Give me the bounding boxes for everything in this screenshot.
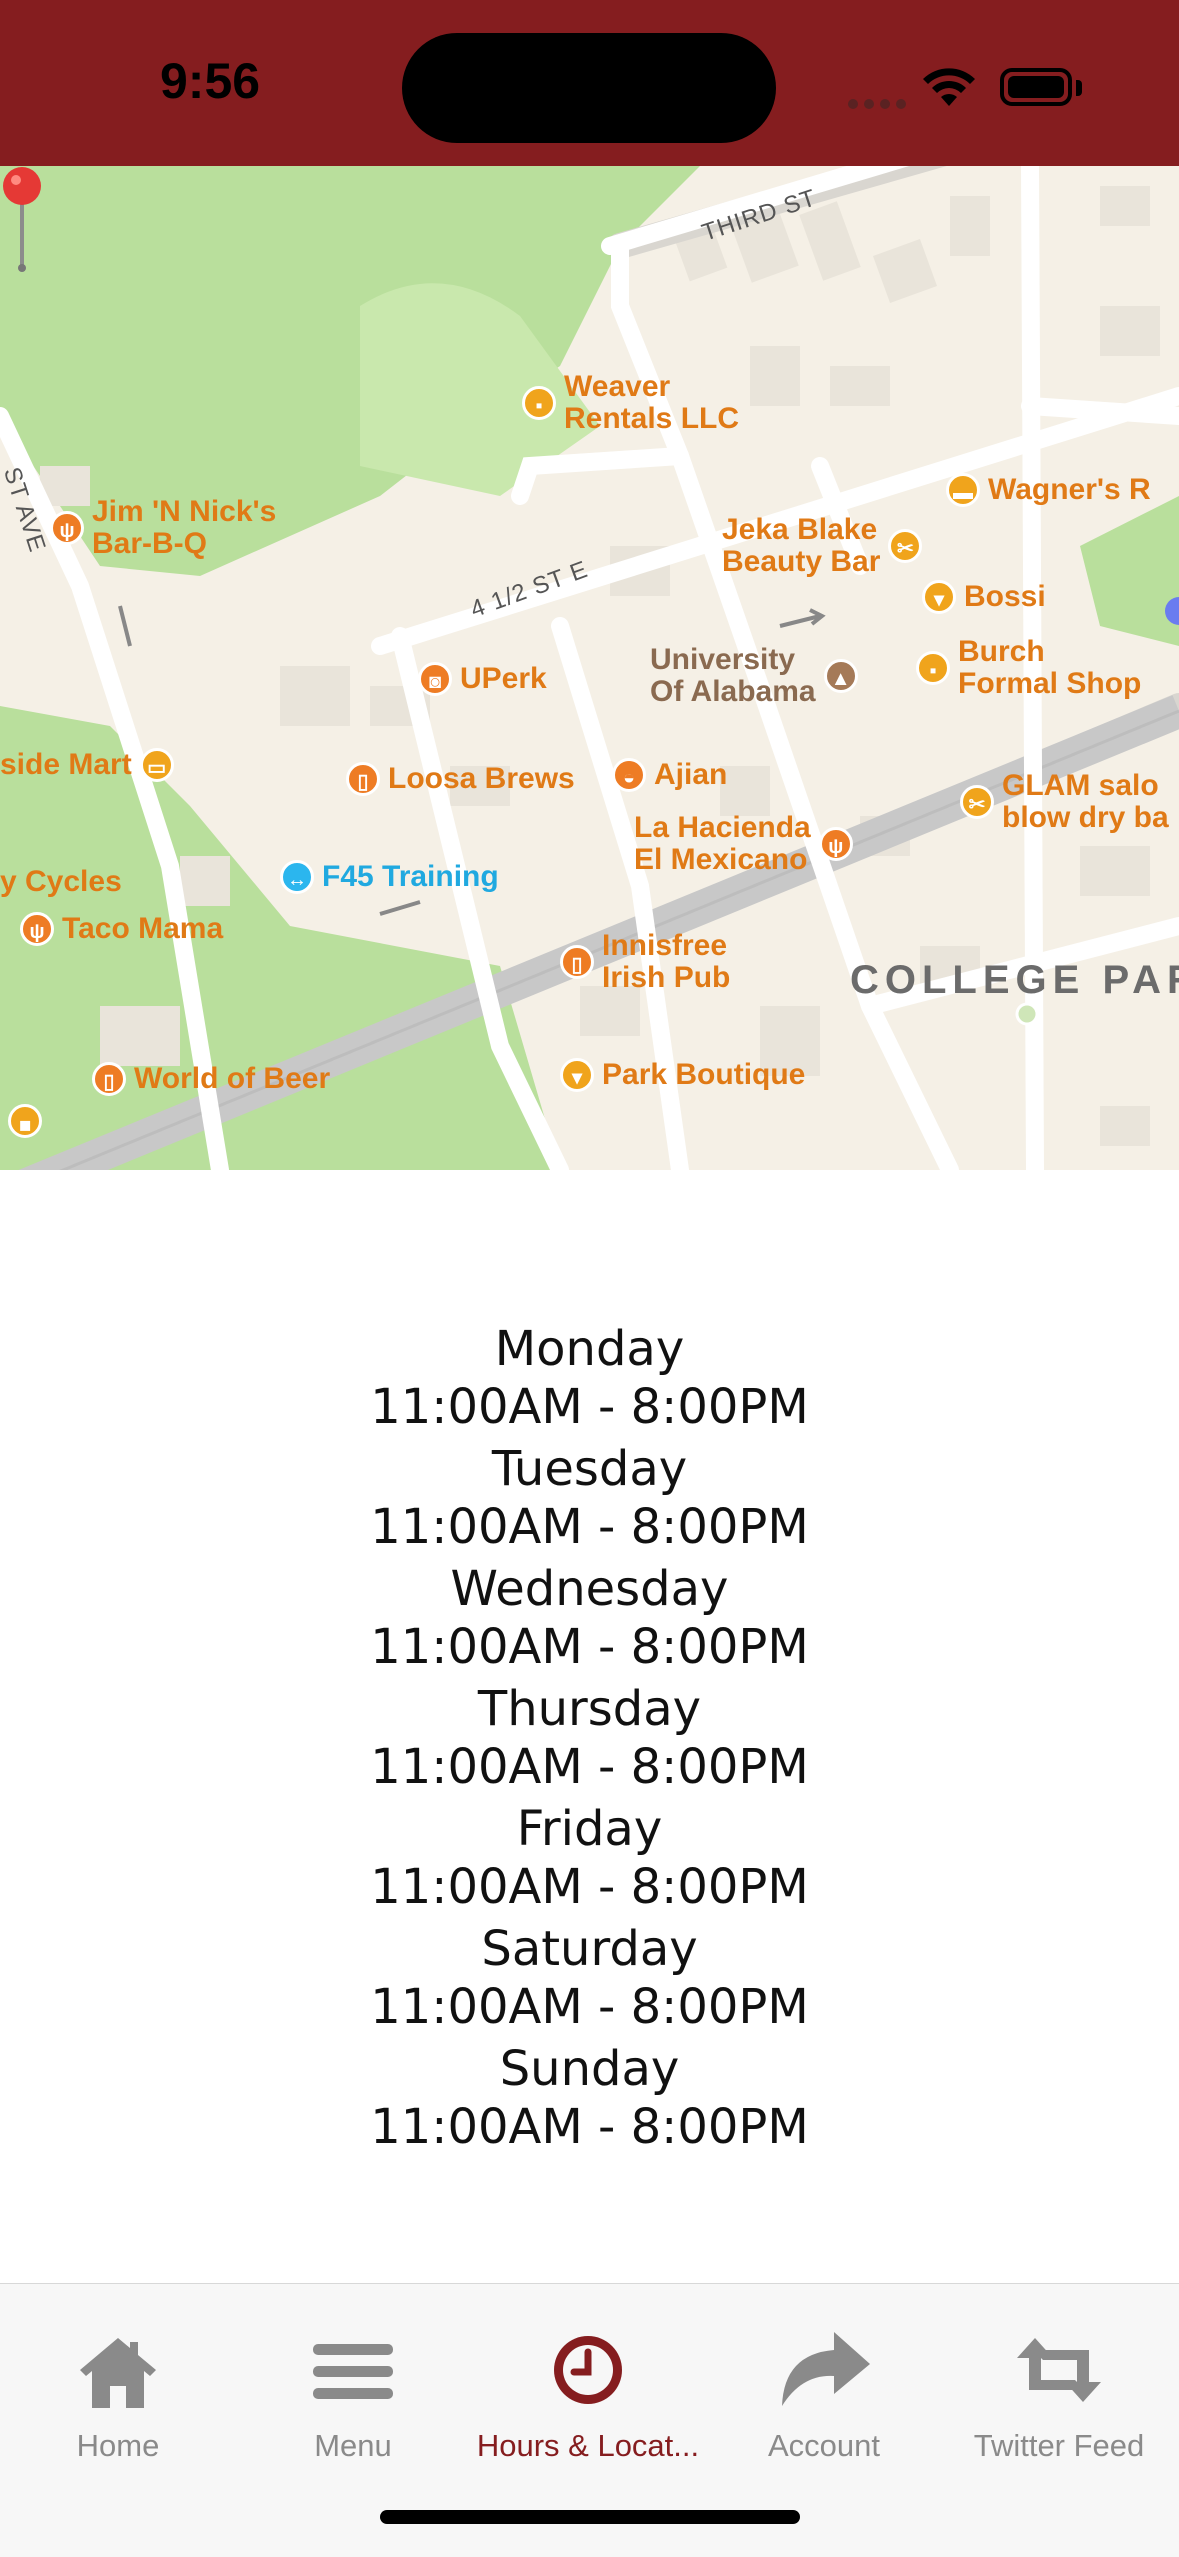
- briefcase-icon: ▪: [8, 1104, 42, 1138]
- cellular-signal-icon: [848, 94, 912, 113]
- hours-thursday: Thursday 11:00AM - 8:00PM: [0, 1680, 1179, 1796]
- poi-side-mart[interactable]: side Mart ▭: [0, 748, 182, 783]
- tab-label: Hours & Locat...: [476, 2428, 700, 2463]
- location-map[interactable]: THIRD ST 4 1/2 ST E ST AVE COLLEGE PAR ▪…: [0, 166, 1179, 1170]
- beer-icon: ▯: [560, 945, 594, 979]
- poi-world-of-beer[interactable]: ▯ World of Beer: [92, 1062, 330, 1097]
- poi-cycles[interactable]: y Cycles: [0, 866, 122, 898]
- scissors-icon: ✂: [960, 785, 994, 819]
- tab-label: Account: [767, 2428, 880, 2463]
- status-time: 9:56: [160, 53, 261, 109]
- tab-twitter-feed[interactable]: Twitter Feed: [941, 2324, 1177, 2464]
- poi-bossi[interactable]: ▾ Bossi: [922, 580, 1046, 615]
- poi-ajian[interactable]: ◒ Ajian: [612, 758, 727, 793]
- day-name: Tuesday: [491, 1441, 688, 1497]
- clock-icon: [554, 2336, 622, 2404]
- day-hours: 11:00AM - 8:00PM: [370, 1379, 809, 1435]
- tab-label: Menu: [314, 2428, 392, 2463]
- hours-wednesday: Wednesday 11:00AM - 8:00PM: [0, 1560, 1179, 1676]
- poi-innisfree[interactable]: ▯Innisfree Irish Pub: [560, 930, 730, 994]
- retweet-icon: [1017, 2338, 1101, 2402]
- tab-label: Twitter Feed: [973, 2428, 1145, 2463]
- day-hours: 11:00AM - 8:00PM: [370, 1859, 809, 1915]
- hours-saturday: Saturday 11:00AM - 8:00PM: [0, 1920, 1179, 2036]
- day-name: Sunday: [499, 2041, 680, 2097]
- fork-knife-icon: ψ: [818, 827, 853, 861]
- hours-tuesday: Tuesday 11:00AM - 8:00PM: [0, 1440, 1179, 1556]
- briefcase-icon: ▪: [522, 386, 556, 420]
- day-hours: 11:00AM - 8:00PM: [370, 1979, 809, 2035]
- poi-jeka-blake[interactable]: Jeka Blake Beauty Bar ✂: [722, 514, 930, 578]
- tab-hours-location[interactable]: Hours & Locat...: [470, 2324, 706, 2464]
- day-name: Friday: [516, 1801, 663, 1857]
- tab-account[interactable]: Account: [706, 2324, 942, 2464]
- home-indicator[interactable]: [380, 2510, 800, 2524]
- menu-icon: [313, 2344, 393, 2399]
- fork-knife-icon: ψ: [50, 511, 84, 545]
- shoe-icon: ▬: [946, 473, 980, 508]
- tab-label: Home: [76, 2428, 160, 2463]
- coffee-icon: ◙: [418, 662, 452, 697]
- poi-la-hacienda[interactable]: La Hacienda El Mexicano ψ: [634, 812, 861, 876]
- district-label: COLLEGE PAR: [850, 958, 1179, 1002]
- dumbbell-icon: ↔: [280, 860, 314, 895]
- location-pin-icon[interactable]: [0, 166, 44, 276]
- tab-home[interactable]: Home: [0, 2324, 236, 2464]
- day-name: Monday: [494, 1321, 685, 1377]
- day-hours: 11:00AM - 8:00PM: [370, 1739, 809, 1795]
- dynamic-island: [402, 33, 776, 143]
- home-icon: [80, 2338, 156, 2408]
- hours-sunday: Sunday 11:00AM - 8:00PM: [0, 2040, 1179, 2156]
- fork-knife-icon: ψ: [20, 912, 54, 947]
- shirt-icon: ▾: [560, 1058, 594, 1093]
- poi-f45-training[interactable]: ↔ F45 Training: [280, 860, 499, 895]
- poi-taco-mama[interactable]: ψ Taco Mama: [20, 912, 223, 947]
- beer-icon: ▯: [92, 1062, 126, 1097]
- poi-loosa-brews[interactable]: ▯ Loosa Brews: [346, 762, 575, 797]
- bun-icon: ◒: [612, 758, 646, 793]
- hours-monday: Monday 11:00AM - 8:00PM: [0, 1320, 1179, 1436]
- day-hours: 11:00AM - 8:00PM: [370, 2099, 809, 2155]
- poi-park-boutique[interactable]: ▾ Park Boutique: [560, 1058, 805, 1093]
- battery-icon: [1000, 68, 1072, 106]
- poi-glam-salon[interactable]: ✂GLAM salo blow dry ba: [960, 770, 1169, 834]
- day-name: Thursday: [477, 1681, 702, 1737]
- day-name: Saturday: [481, 1921, 698, 1977]
- beer-icon: ▯: [346, 762, 380, 797]
- briefcase-icon: ▪: [916, 651, 950, 685]
- share-arrow-icon: [782, 2332, 870, 2406]
- poi-jim-n-nicks[interactable]: ψJim 'N Nick's Bar-B-Q: [50, 496, 276, 560]
- shirt-icon: ▾: [922, 580, 956, 615]
- status-bar: 9:56: [0, 0, 1179, 166]
- day-hours: 11:00AM - 8:00PM: [370, 1499, 809, 1555]
- poi-university-of-alabama[interactable]: University Of Alabama ▲: [650, 644, 866, 708]
- day-hours: 11:00AM - 8:00PM: [370, 1619, 809, 1675]
- hours-list: Monday 11:00AM - 8:00PM Tuesday 11:00AM …: [0, 1320, 1179, 2160]
- store-icon: ▭: [139, 748, 174, 783]
- hours-friday: Friday 11:00AM - 8:00PM: [0, 1800, 1179, 1916]
- poi-wagners[interactable]: ▬ Wagner's R: [946, 473, 1151, 508]
- poi-burch-formal-shop[interactable]: ▪Burch Formal Shop: [916, 636, 1141, 700]
- poi-weaver-rentals[interactable]: ▪Weaver Rentals LLC: [522, 371, 739, 435]
- graduation-cap-icon: ▲: [823, 659, 858, 693]
- scissors-icon: ✂: [888, 529, 923, 563]
- tab-menu[interactable]: Menu: [235, 2324, 471, 2464]
- wifi-icon: [923, 68, 975, 106]
- day-name: Wednesday: [450, 1561, 729, 1617]
- poi-uperk[interactable]: ◙ UPerk: [418, 662, 547, 697]
